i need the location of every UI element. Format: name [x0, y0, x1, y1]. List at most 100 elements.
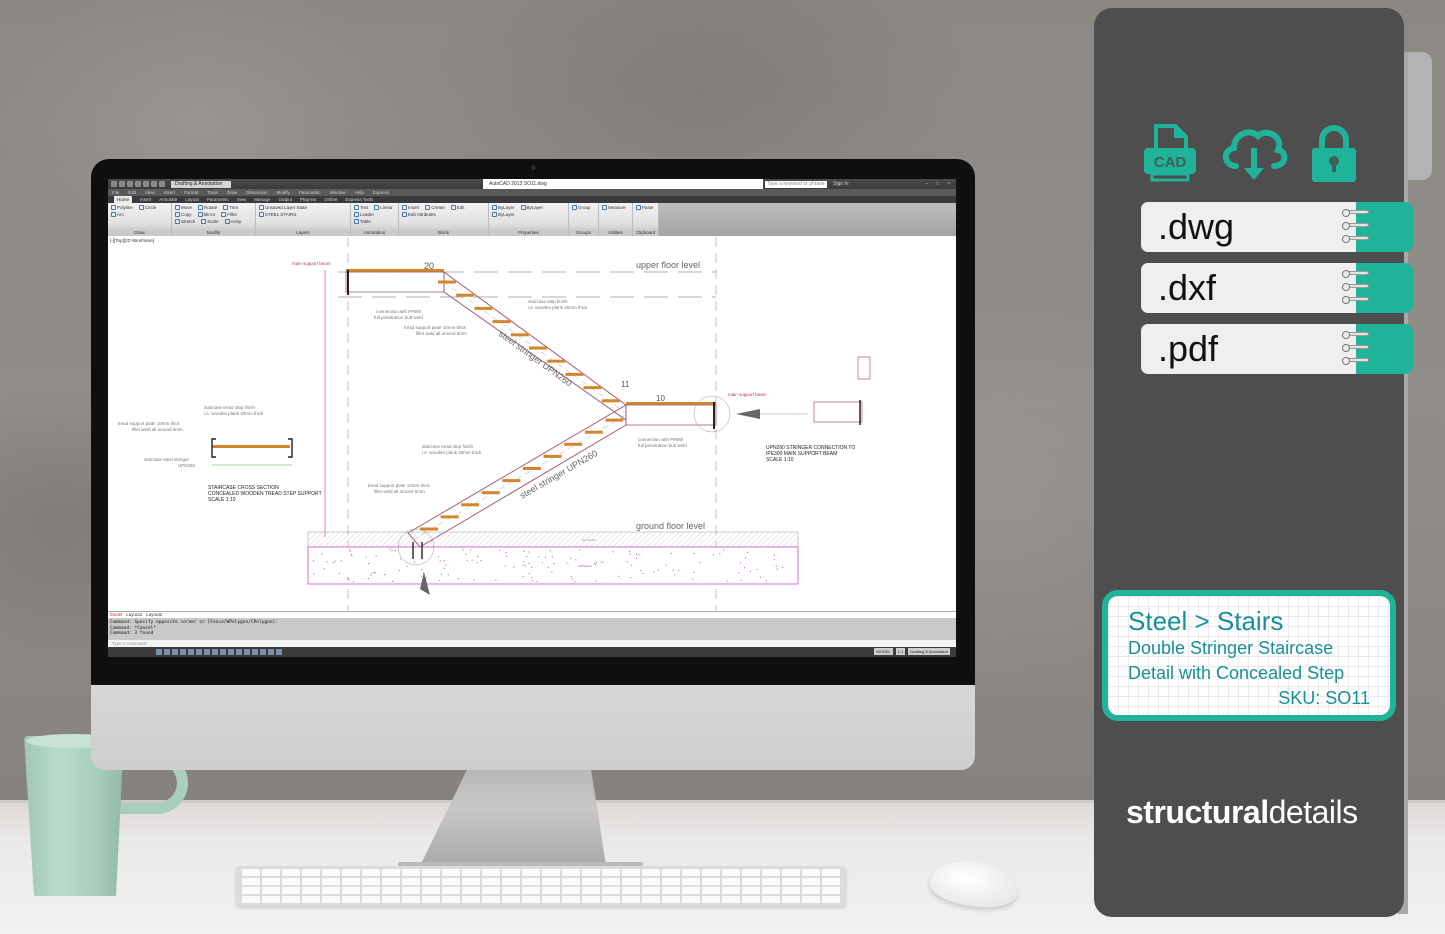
menu-item-parametric[interactable]: Parametric — [299, 189, 321, 196]
menu-item-format[interactable]: Format — [184, 189, 198, 196]
ribbon-command-trim[interactable]: Trim — [223, 205, 238, 210]
ribbon-panel-properties: ByLayer ByLayer ByLayer Properties — [489, 203, 569, 236]
command-label: Table — [360, 219, 371, 224]
label-step-finish-1b: i.e. wooden plank 40mm thick — [528, 305, 588, 310]
panel-title[interactable]: Layers — [256, 230, 350, 236]
ribbon-tab-output[interactable]: Output — [279, 196, 293, 203]
ribbon-tab-home[interactable]: Home — [114, 196, 133, 203]
command-history-line: Command: 3 found — [110, 631, 154, 636]
close-icon[interactable]: × — [947, 181, 950, 187]
ribbon-command-polyline[interactable]: Polyline — [111, 205, 133, 210]
status-item[interactable]: Drafting & Annotation — [908, 648, 950, 655]
ribbon-tab-insert[interactable]: Insert — [140, 196, 151, 203]
sign-in-button[interactable]: Sign In — [833, 181, 849, 187]
ribbon-command-unsaved-layer-state[interactable]: Unsaved Layer State — [259, 205, 307, 210]
ribbon-command-leader[interactable]: Leader — [354, 212, 374, 217]
command-input[interactable]: Type a command — [108, 640, 956, 647]
ribbon-tab-plug-ins[interactable]: Plug-ins — [300, 196, 316, 203]
speckle — [594, 562, 596, 565]
status-item[interactable]: MODEL — [874, 648, 893, 655]
menu-item-draw[interactable]: Draw — [227, 189, 238, 196]
ribbon-tab-manage[interactable]: Manage — [254, 196, 270, 203]
quick-access-icons[interactable] — [111, 181, 165, 187]
menu-item-file[interactable]: File — [112, 189, 119, 196]
ribbon-command-edit-attributes[interactable]: Edit Attributes — [402, 212, 436, 217]
menu-item-help[interactable]: Help — [355, 189, 364, 196]
format-tab-dxf[interactable]: .dxf — [1141, 263, 1413, 313]
speckle — [371, 572, 373, 574]
panel-title[interactable]: Draw — [108, 230, 171, 236]
ribbon-command-insert[interactable]: Insert — [402, 205, 419, 210]
menu-item-tools[interactable]: Tools — [207, 189, 218, 196]
ribbon-command-rotate[interactable]: Rotate — [198, 205, 217, 210]
format-tab-dwg[interactable]: .dwg — [1141, 202, 1413, 252]
key — [722, 887, 740, 894]
ribbon-command-paste[interactable]: Paste — [636, 205, 654, 210]
menu-item-insert[interactable]: Insert — [164, 189, 175, 196]
menu-item-view[interactable]: View — [145, 189, 155, 196]
menu-item-express[interactable]: Express — [373, 189, 389, 196]
ribbon-command-mirror[interactable]: Mirror — [197, 212, 215, 217]
workspace-dropdown[interactable]: Drafting & Annotation — [171, 180, 231, 188]
ribbon-tab-annotate[interactable]: Annotate — [159, 196, 177, 203]
ribbon-command-stretch[interactable]: Stretch — [175, 219, 195, 224]
status-toggles[interactable] — [156, 649, 282, 655]
ribbon-command-edit[interactable]: Edit — [450, 205, 465, 210]
ribbon-tab-parametric[interactable]: Parametric — [207, 196, 229, 203]
ribbon-command-create[interactable]: Create — [425, 205, 445, 210]
panel-title[interactable]: Modify — [172, 230, 255, 236]
command-label: Edit — [456, 205, 465, 210]
ribbon-command-steel-stairs[interactable]: STEEL STAIRS — [259, 212, 296, 217]
ribbon-tab-online[interactable]: Online — [324, 196, 337, 203]
ribbon-tab-view[interactable]: View — [237, 196, 247, 203]
window-controls[interactable]: – □ × — [925, 181, 950, 187]
category-breadcrumb[interactable]: Steel > Stairs — [1128, 606, 1370, 636]
status-item[interactable]: 1:1 — [895, 648, 906, 655]
minimize-icon[interactable]: – — [925, 181, 928, 187]
status-right: MODEL 1:1 Drafting & Annotation — [874, 648, 950, 655]
ribbon-command-table[interactable]: Table — [354, 219, 371, 224]
format-tab-pdf[interactable]: .pdf — [1141, 324, 1413, 374]
ribbon-command-array[interactable]: Array — [224, 219, 241, 224]
product-card: Steel > Stairs Double Stringer Staircase… — [1102, 590, 1396, 721]
ribbon-command-bylayer[interactable]: ByLayer — [492, 212, 515, 217]
speckle — [443, 567, 445, 569]
panel-title[interactable]: Annotation — [351, 230, 398, 236]
ribbon-command-group[interactable]: Group — [572, 205, 591, 210]
ribbon-command-text[interactable]: Text — [354, 205, 368, 210]
autocad-window: Drafting & Annotation AutoCAD 2013 SO11.… — [108, 179, 956, 657]
panel-title[interactable]: Groups — [569, 230, 598, 236]
foundation — [307, 546, 799, 585]
ribbon-command-move[interactable]: Move — [175, 205, 192, 210]
ribbon-command-measure[interactable]: Measure — [602, 205, 626, 210]
key — [322, 896, 340, 903]
command-label: ByLayer — [498, 205, 515, 210]
speckle — [348, 578, 350, 581]
ribbon-tab-express-tools[interactable]: Express Tools — [345, 196, 373, 203]
ribbon-command-copy[interactable]: Copy — [175, 212, 192, 217]
ribbon-command-fillet[interactable]: Fillet — [221, 212, 237, 217]
ribbon-command-bylayer[interactable]: ByLayer — [492, 205, 515, 210]
ribbon-tab-layout[interactable]: Layout — [185, 196, 199, 203]
key — [602, 869, 620, 876]
menu-item-window[interactable]: Window — [330, 189, 346, 196]
speckle — [332, 562, 334, 564]
ribbon-command-arc[interactable]: Arc — [111, 212, 124, 217]
help-search-input[interactable]: Type a keyword or phrase — [765, 180, 827, 188]
drawing-canvas[interactable]: 20 11 10 upper floor level ground floor … — [108, 237, 956, 611]
panel-title[interactable]: Properties — [489, 230, 568, 236]
ribbon-command-scale[interactable]: Scale — [201, 219, 219, 224]
ribbon-command-circle[interactable]: Circle — [138, 205, 156, 210]
ribbon-command-linear[interactable]: Linear — [374, 205, 393, 210]
label-step-finish-2: staircase tread step finish — [422, 444, 474, 449]
panel-title[interactable]: Utilities — [599, 230, 632, 236]
menu-item-edit[interactable]: Edit — [128, 189, 136, 196]
key — [522, 878, 540, 885]
maximize-icon[interactable]: □ — [936, 181, 939, 187]
ribbon-command-bylayer[interactable]: ByLayer — [520, 205, 543, 210]
panel-title[interactable]: Clipboard — [633, 230, 658, 236]
menu-item-modify[interactable]: Modify — [277, 189, 290, 196]
panel-title[interactable]: Block — [399, 230, 488, 236]
speckle — [389, 548, 391, 550]
menu-item-dimension[interactable]: Dimension — [246, 189, 267, 196]
